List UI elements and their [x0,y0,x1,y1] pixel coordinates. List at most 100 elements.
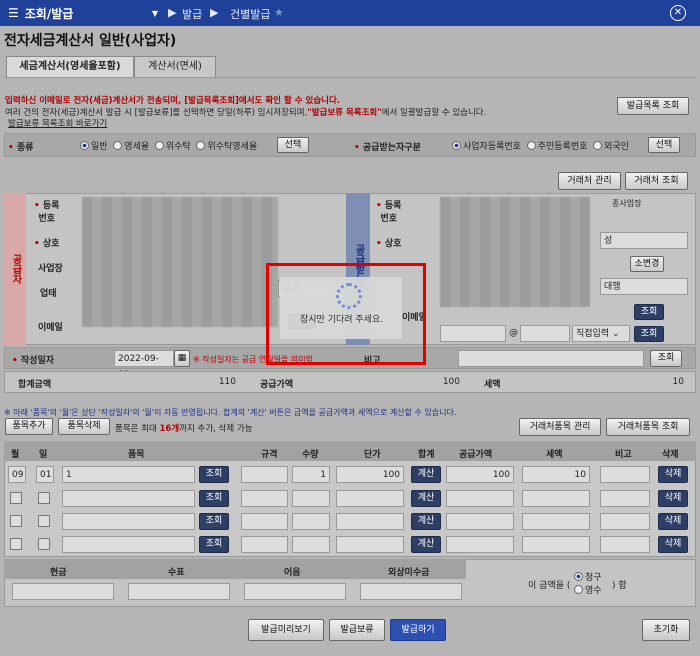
favorite-star-icon[interactable]: ★ [274,6,284,19]
hold-list-link[interactable]: 발급보류 목록조회 바로가기 [8,117,107,129]
row3-calc-button[interactable]: 계산 [411,513,441,530]
reset-button[interactable]: 초기화 [642,619,690,641]
amount-text-b: ) 함 [612,581,627,591]
row1-supply[interactable]: 100 [446,466,514,483]
row2-price[interactable] [336,490,404,507]
row3-supply[interactable] [446,513,514,530]
credit-input[interactable] [360,583,462,600]
receiver-email-domain[interactable] [520,325,570,342]
row3-spec[interactable] [241,513,288,530]
delete-item-button[interactable]: 품목삭제 [58,418,110,435]
receiver-ceo-field[interactable]: 성 [600,232,688,249]
row2-tax[interactable] [522,490,590,507]
kind-radios[interactable]: 일반 영세율 위수탁 위수탁영세율 [80,139,257,152]
kind-label: • 종류 [8,143,34,153]
email-domain-select[interactable]: 직접입력 ⌄ [572,325,630,342]
row4-spec[interactable] [241,536,288,553]
add-item-button[interactable]: 품목추가 [5,418,53,435]
row4-calc-button[interactable]: 계산 [411,536,441,553]
check-input[interactable] [128,583,230,600]
issue-list-button[interactable]: 발급목록 조회 [617,97,689,115]
row3-check[interactable] [10,515,22,527]
receiver-type-radios[interactable]: 사업자등록번호 주민등록번호 외국인 [452,139,629,152]
receiver-query-button[interactable]: 조회 [634,304,664,320]
receipt-radio[interactable]: 영수 [574,583,602,596]
row4-check2[interactable] [38,538,50,550]
bill-input[interactable] [244,583,346,600]
row3-price[interactable] [336,513,404,530]
notice-email: 입력하신 이메일로 전자(세금)계산서가 전송되며, [발급목록조회]에서도 확… [5,96,341,106]
row4-check[interactable] [10,538,22,550]
receiver-industry-field[interactable]: 대행 [600,278,688,295]
claim-radio[interactable]: 청구 [574,570,602,583]
row3-tax[interactable] [522,513,590,530]
row2-calc-button[interactable]: 계산 [411,490,441,507]
row1-tax[interactable]: 10 [522,466,590,483]
row1-delete-button[interactable]: 삭제 [658,466,688,483]
partner-query-button[interactable]: 거래처 조회 [625,172,688,190]
row2-query-button[interactable]: 조회 [199,490,229,507]
row1-day[interactable]: 01 [36,466,54,483]
row2-qty[interactable] [292,490,330,507]
breadcrumb-sep-icon: ▶ [210,6,219,19]
remark-query-button[interactable]: 조회 [650,350,682,367]
breadcrumb-issue[interactable]: 발급 [182,6,202,22]
row1-qty[interactable]: 1 [292,466,330,483]
issue-button[interactable]: 발급하기 [390,619,446,641]
check-label: 수표 [168,568,185,578]
partner-item-query-button[interactable]: 거래처품목 조회 [606,418,690,436]
row4-qty[interactable] [292,536,330,553]
supplier-info-redacted [82,197,278,327]
breadcrumb-single[interactable]: 건별발급 [230,6,270,22]
row4-item[interactable] [62,536,195,553]
preview-button[interactable]: 발급미리보기 [248,619,324,641]
hold-button[interactable]: 발급보류 [329,619,385,641]
receiver-change-button[interactable]: 소변경 [630,256,664,272]
supplier-biz-label: 업태 [40,289,57,299]
receiver-sub-label: 종사업장 [612,199,642,208]
row3-item[interactable] [62,513,195,530]
row2-spec[interactable] [241,490,288,507]
row1-remark[interactable] [600,466,650,483]
row4-remark[interactable] [600,536,650,553]
row3-delete-button[interactable]: 삭제 [658,513,688,530]
row2-item[interactable] [62,490,195,507]
kind-select-button[interactable]: 선택 [277,137,309,153]
row4-query-button[interactable]: 조회 [199,536,229,553]
tab-invoice-exempt[interactable]: 계산서(면세) [134,56,216,78]
row2-remark[interactable] [600,490,650,507]
row1-query-button[interactable]: 조회 [199,466,229,483]
partner-item-manage-button[interactable]: 거래처품목 관리 [519,418,601,436]
row2-check2[interactable] [38,492,50,504]
tab-tax-invoice[interactable]: 세금계산서(영세율포함) [6,56,134,78]
row3-query-button[interactable]: 조회 [199,513,229,530]
calendar-icon[interactable]: ▦ [174,350,190,367]
row4-delete-button[interactable]: 삭제 [658,536,688,553]
row4-price[interactable] [336,536,404,553]
row1-calc-button[interactable]: 계산 [411,466,441,483]
partner-manage-button[interactable]: 거래처 관리 [558,172,621,190]
row4-tax[interactable] [522,536,590,553]
cash-input[interactable] [12,583,114,600]
receiver-select-button[interactable]: 선택 [648,137,680,153]
receiver-email-id[interactable] [440,325,506,342]
col-price: 단가 [364,450,381,460]
col-supply: 공급가액 [459,450,493,460]
row1-item[interactable]: 1 [62,466,195,483]
row1-price[interactable]: 100 [336,466,404,483]
row2-supply[interactable] [446,490,514,507]
col-month: 월 [11,450,20,460]
remark-input[interactable] [458,350,644,367]
row1-spec[interactable] [241,466,288,483]
row2-check[interactable] [10,492,22,504]
row2-delete-button[interactable]: 삭제 [658,490,688,507]
close-icon[interactable]: ✕ [670,5,686,21]
receiver-email-query-button[interactable]: 조회 [634,326,664,342]
row3-remark[interactable] [600,513,650,530]
row3-check2[interactable] [38,515,50,527]
row4-supply[interactable] [446,536,514,553]
date-input[interactable]: 2022-09-02 [114,350,174,380]
menu-button[interactable]: ☰ 조회/발급 ▼ [8,4,158,22]
row3-qty[interactable] [292,513,330,530]
row1-month[interactable]: 09 [8,466,26,483]
